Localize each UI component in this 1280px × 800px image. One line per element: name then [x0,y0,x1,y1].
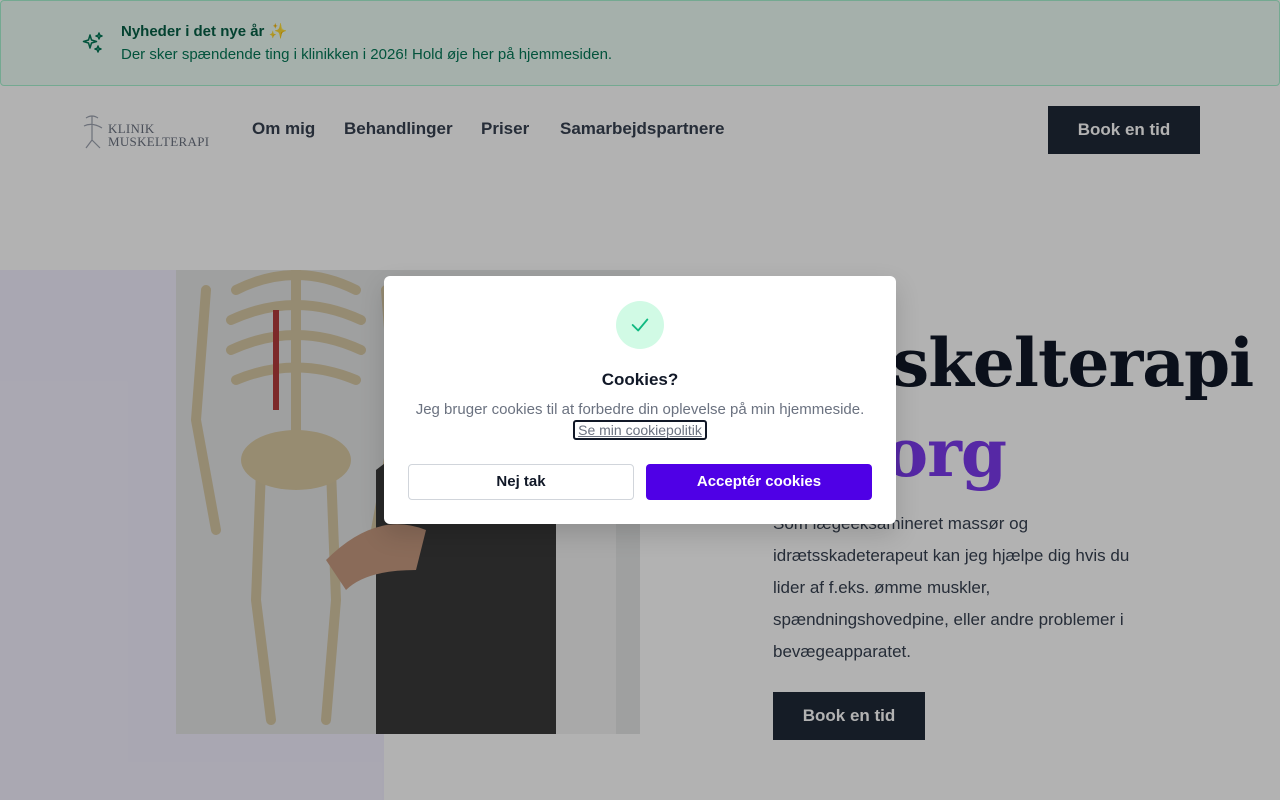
check-icon [616,301,664,349]
decline-cookies-button[interactable]: Nej tak [408,464,634,500]
cookie-dialog-title: Cookies? [601,370,679,389]
cookie-dialog: Cookies? Jeg bruger cookies til at forbe… [384,276,896,524]
accept-cookies-button[interactable]: Acceptér cookies [646,464,872,500]
cookie-dialog-text: Jeg bruger cookies til at forbedre din o… [415,401,865,418]
cookie-policy-link[interactable]: Se min cookiepolitik [573,420,707,440]
